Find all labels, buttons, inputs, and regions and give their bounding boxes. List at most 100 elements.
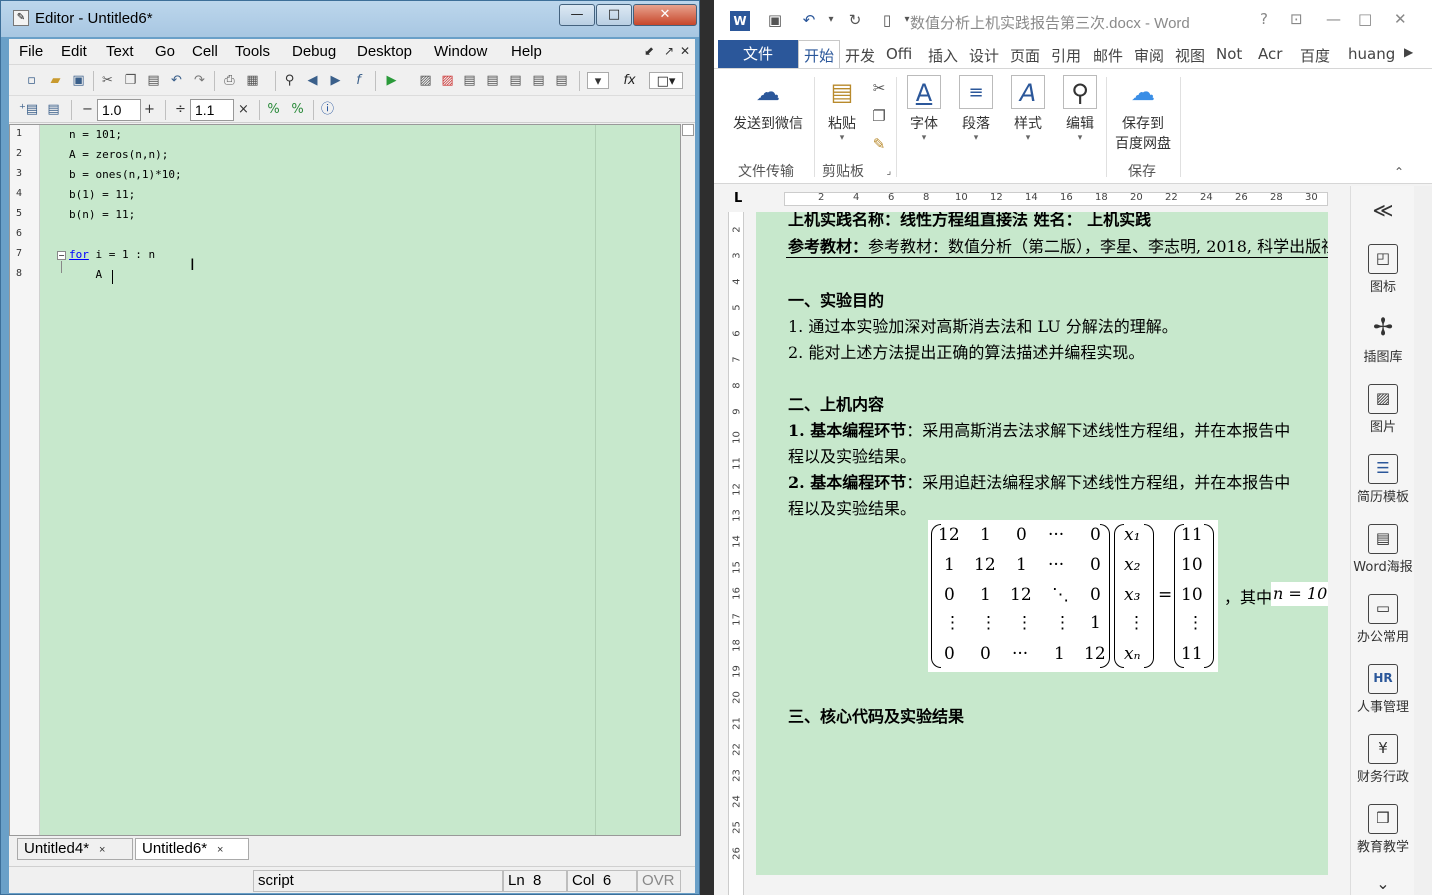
code-line[interactable]: b = ones(n,1)*10;	[69, 168, 182, 181]
tab-layout[interactable]: 页面	[1010, 45, 1040, 66]
clipboard-launcher-icon[interactable]: ⌟	[880, 163, 898, 181]
cut-icon[interactable]: ✂	[870, 79, 888, 97]
panel-item[interactable]: ◰ 图标	[1351, 244, 1415, 295]
save-icon[interactable]: ▣	[766, 11, 784, 29]
tab-baidu[interactable]: 百度	[1300, 45, 1330, 66]
menu-help[interactable]: Help	[511, 43, 542, 60]
editor-vertical-scrollbar[interactable]	[681, 124, 695, 836]
save-to-baidu-button[interactable]: ☁ 保存到 百度网盘	[1110, 75, 1176, 153]
minimize-button[interactable]: —	[559, 4, 595, 26]
save-icon[interactable]: ▣	[70, 72, 87, 89]
panel-item[interactable]: ▨ 图片	[1351, 384, 1415, 435]
tab-developer[interactable]: 开发	[845, 45, 875, 66]
tab-huang[interactable]: huang	[1348, 45, 1395, 63]
menu-text[interactable]: Text	[106, 43, 134, 60]
code-line[interactable]: for i = 1 : n	[69, 248, 155, 261]
increment-value-input[interactable]	[97, 99, 141, 121]
panel-item[interactable]: ¥ 财务行政	[1351, 734, 1415, 785]
tab-design[interactable]: 设计	[969, 45, 999, 66]
panel-item[interactable]: ▭ 办公常用	[1351, 594, 1415, 645]
edit-dropdown-icon[interactable]: ▾	[1058, 133, 1102, 143]
open-folder-icon[interactable]: ▰	[47, 72, 64, 89]
styles-dropdown-icon[interactable]: ▾	[1006, 133, 1050, 143]
tab-review[interactable]: 审阅	[1134, 45, 1164, 66]
document-page[interactable]: 上机实践名称：线性方程组直接法 姓名： 上机实践 参考教材：参考教材：数值分析（…	[756, 212, 1328, 875]
print-icon[interactable]: ⎙	[221, 72, 238, 89]
panel-item[interactable]: ☰ 简历模板	[1351, 454, 1415, 505]
menu-edit[interactable]: Edit	[61, 43, 87, 60]
cell-mode-icon[interactable]: ▤	[45, 101, 62, 118]
new-document-icon[interactable]: ▯	[878, 11, 896, 29]
help-icon[interactable]: ?	[1260, 10, 1268, 28]
undo-dropdown-icon[interactable]: ▾	[822, 11, 840, 29]
paste-icon[interactable]: ▤	[145, 72, 162, 89]
menu-file[interactable]: File	[19, 43, 43, 60]
increment-button[interactable]: +	[141, 101, 158, 118]
font-dropdown-icon[interactable]: ▾	[902, 133, 946, 143]
collapse-ribbon-icon[interactable]: ⌃	[1390, 163, 1408, 181]
tab-untitled4[interactable]: Untitled4* ×	[17, 838, 133, 860]
redo-icon[interactable]: ↷	[191, 72, 208, 89]
cell-eval-advance-icon[interactable]: %	[289, 101, 306, 118]
panel-item[interactable]: ❒ 教育教学	[1351, 804, 1415, 855]
breakpoint-icon[interactable]: ▨	[417, 72, 434, 89]
code-line[interactable]: b(n) = 11;	[69, 208, 135, 221]
undo-icon[interactable]: ↶	[168, 72, 185, 89]
panel-item[interactable]: ✢ 插图库	[1351, 314, 1415, 366]
minimize-button[interactable]: —	[1326, 10, 1341, 28]
paragraph-button[interactable]: ≡ 段落 ▾	[954, 75, 998, 143]
decrement-button[interactable]: −	[79, 101, 96, 118]
maximize-button[interactable]: □	[1358, 10, 1372, 28]
clear-breakpoints-icon[interactable]: ▨	[439, 72, 456, 89]
equation-matrix[interactable]: 12 1 0 ··· 0 1 12 1 ··· 0 0 1 12 ⋱ 0 ⋮ ⋮…	[928, 520, 1218, 672]
tab-close-icon[interactable]: ×	[217, 844, 223, 856]
print-options-icon[interactable]: ▦	[244, 72, 261, 89]
back-arrow-icon[interactable]: ◀	[304, 72, 321, 89]
menu-go[interactable]: Go	[155, 43, 175, 60]
copy-icon[interactable]: ❐	[870, 107, 888, 125]
divide-button[interactable]: ÷	[172, 101, 189, 118]
menu-desktop[interactable]: Desktop	[357, 43, 412, 60]
close-button[interactable]: ✕	[1394, 10, 1407, 28]
insert-cell-icon[interactable]: ⁺▤	[19, 101, 38, 118]
menu-tools[interactable]: Tools	[235, 43, 270, 60]
fx-icon[interactable]: fx	[621, 72, 638, 89]
ribbon-display-icon[interactable]: ⊡	[1290, 10, 1303, 28]
new-file-icon[interactable]: ▫	[23, 72, 40, 89]
undock-icon[interactable]: ⬋	[644, 44, 654, 58]
word-titlebar[interactable]: W ▣ ↶ ▾ ↻ ▯ ▾ 数值分析上机实践报告第三次.docx - Word …	[714, 0, 1432, 40]
cell-eval-icon[interactable]: %	[265, 101, 282, 118]
close-button[interactable]: ✕	[633, 4, 697, 26]
panel-item[interactable]: HR 人事管理	[1351, 664, 1415, 715]
tab-scroll-right-icon[interactable]: ▶	[1404, 45, 1413, 59]
format-painter-icon[interactable]: ✎	[870, 135, 888, 153]
paste-dropdown-icon[interactable]: ▾	[822, 133, 862, 143]
tab-mailings[interactable]: 邮件	[1093, 45, 1123, 66]
code-line[interactable]: b(1) = 11;	[69, 188, 135, 201]
vertical-ruler[interactable]: 2 3 4 5 6 7 8 9 10 11 12 13 14 15 16 17 …	[714, 212, 748, 895]
maximize-button[interactable]: □	[596, 4, 632, 26]
step-out-icon[interactable]: ▤	[507, 72, 524, 89]
panel-scroll-down-icon[interactable]: ⌄	[1351, 874, 1415, 893]
collapse-panel-icon[interactable]: ≪	[1351, 198, 1415, 222]
horizontal-ruler[interactable]: L 2 4 6 8 10 12 14 16 18 20 22 24 26 28 …	[714, 186, 1348, 212]
code-line[interactable]: A = zeros(n,n);	[69, 148, 168, 161]
layout-dropdown[interactable]: □▾	[649, 72, 683, 89]
tab-file[interactable]: 文件	[718, 40, 798, 68]
exit-debug-icon[interactable]: ▤	[553, 72, 570, 89]
tab-onenote[interactable]: Not	[1216, 45, 1242, 63]
run-icon[interactable]: ▶	[383, 72, 400, 89]
split-box[interactable]	[682, 124, 694, 136]
tab-references[interactable]: 引用	[1051, 45, 1081, 66]
fold-toggle-icon[interactable]: −	[57, 251, 66, 260]
tab-stop-selector[interactable]: L	[734, 191, 742, 206]
code-editor[interactable]: 1 2 3 4 5 6 7 8 n = 101; A = zeros(n,n);…	[9, 124, 681, 836]
dock-icon[interactable]: ↗	[664, 44, 674, 58]
forward-arrow-icon[interactable]: ▶	[327, 72, 344, 89]
send-to-wechat-button[interactable]: ☁ 发送到微信	[728, 75, 808, 133]
code-line[interactable]: A	[69, 268, 102, 281]
multiply-button[interactable]: ×	[235, 101, 252, 118]
step-in-icon[interactable]: ▤	[484, 72, 501, 89]
function-icon[interactable]: f	[350, 72, 367, 89]
tab-untitled6[interactable]: Untitled6* ×	[135, 838, 249, 860]
